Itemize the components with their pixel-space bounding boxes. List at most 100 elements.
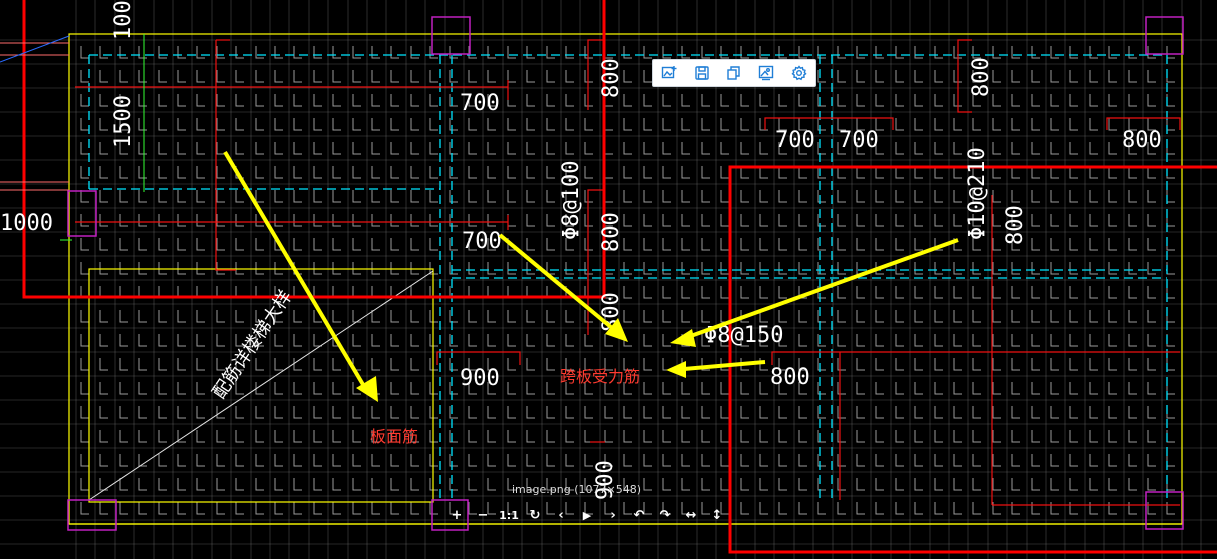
rebar-mark: [138, 262, 147, 275]
rebar-mark: [778, 286, 787, 299]
rebar-mark: [565, 430, 574, 443]
rebar-mark: [138, 406, 147, 419]
rebar-mark: [313, 406, 322, 419]
rebar-mark: [992, 406, 1001, 419]
rebar-mark: [1069, 430, 1078, 443]
actual-size-button[interactable]: 1:1: [496, 505, 522, 525]
rebar-mark: [371, 262, 380, 275]
rebar-mark: [313, 358, 322, 371]
rebar-mark: [623, 286, 632, 299]
rebar-mark: [681, 190, 690, 203]
rebar-mark: [953, 406, 962, 419]
rebar-mark: [507, 46, 516, 59]
rebar-mark: [875, 454, 884, 467]
rebar-mark: [196, 430, 205, 443]
rebar-mark: [216, 94, 225, 107]
zoom-in-button[interactable]: +: [444, 505, 470, 525]
rebar-mark: [526, 94, 535, 107]
rebar-mark: [1050, 454, 1059, 467]
rebar-mark: [604, 142, 613, 155]
rebar-mark: [992, 502, 1001, 515]
settings-icon[interactable]: [788, 62, 810, 84]
rebar-mark: [274, 94, 283, 107]
rebar-mark: [1166, 142, 1175, 155]
rebar-mark: [1147, 382, 1156, 395]
rebar-mark: [992, 478, 1001, 491]
rebar-mark: [565, 46, 574, 59]
rebar-mark: [99, 358, 108, 371]
copy-icon[interactable]: [723, 62, 745, 84]
rebar-mark: [429, 94, 438, 107]
rebar-mark: [80, 94, 89, 107]
rebar-mark: [429, 166, 438, 179]
rebar-mark: [80, 382, 89, 395]
rebar-mark: [119, 238, 128, 251]
rebar-mark: [1069, 478, 1078, 491]
rebar-mark: [1108, 454, 1117, 467]
rebar-mark: [1108, 478, 1117, 491]
play-button[interactable]: ▶: [574, 505, 600, 525]
rebar-mark: [817, 190, 826, 203]
rebar-mark: [895, 238, 904, 251]
rebar-mark: [740, 478, 749, 491]
rebar-mark: [1128, 214, 1137, 227]
rebar-mark: [1147, 262, 1156, 275]
save-icon[interactable]: [691, 62, 713, 84]
add-image-icon[interactable]: [658, 62, 680, 84]
rebar-mark: [313, 94, 322, 107]
rebar-mark: [837, 430, 846, 443]
rebar-mark: [662, 406, 671, 419]
zoom-out-button[interactable]: −: [470, 505, 496, 525]
rebar-mark: [138, 478, 147, 491]
rebar-mark: [216, 142, 225, 155]
rebar-mark: [526, 238, 535, 251]
next-button[interactable]: ›: [600, 505, 626, 525]
rebar-mark: [1031, 214, 1040, 227]
reset-button[interactable]: ↻: [522, 505, 548, 525]
rebar-mark: [1089, 286, 1098, 299]
rebar-mark: [255, 46, 264, 59]
rebar-mark: [798, 190, 807, 203]
rebar-mark: [992, 310, 1001, 323]
rebar-mark: [390, 334, 399, 347]
flip-vertical-button[interactable]: ↕: [704, 505, 730, 525]
rebar-mark: [1089, 430, 1098, 443]
rebar-mark: [177, 238, 186, 251]
rebar-mark: [546, 214, 555, 227]
rebar-mark: [449, 382, 458, 395]
rebar-mark: [332, 142, 341, 155]
rebar-mark: [313, 238, 322, 251]
prev-button[interactable]: ‹: [548, 505, 574, 525]
rebar-mark: [80, 262, 89, 275]
rebar-mark: [1050, 262, 1059, 275]
rebar-mark: [584, 70, 593, 83]
rebar-mark: [895, 334, 904, 347]
rebar-mark: [216, 166, 225, 179]
rebar-mark: [759, 286, 768, 299]
rebar-mark: [778, 478, 787, 491]
rebar-mark: [410, 358, 419, 371]
rebar-mark: [681, 46, 690, 59]
rotate-right-button[interactable]: ↷: [652, 505, 678, 525]
image-edit-icon[interactable]: [755, 62, 777, 84]
rebar-mark: [80, 238, 89, 251]
rotate-left-button[interactable]: ↶: [626, 505, 652, 525]
rebar-mark: [196, 334, 205, 347]
rebar-mark: [1128, 190, 1137, 203]
rebar-mark: [817, 406, 826, 419]
flip-horizontal-button[interactable]: ↔: [678, 505, 704, 525]
rebar-mark: [817, 142, 826, 155]
rebar-mark: [1011, 70, 1020, 83]
rebar-mark: [526, 70, 535, 83]
rebar-mark: [895, 46, 904, 59]
rebar-mark: [798, 454, 807, 467]
rebar-mark: [99, 94, 108, 107]
rebar-mark: [1166, 94, 1175, 107]
rebar-mark: [817, 118, 826, 131]
rebar-mark: [856, 358, 865, 371]
rebar-mark: [875, 70, 884, 83]
rebar-mark: [914, 406, 923, 419]
rebar-mark: [274, 262, 283, 275]
rebar-mark: [895, 430, 904, 443]
viewer-controls: + − 1:1 ↻ ‹ ▶ › ↶ ↷ ↔ ↕: [444, 505, 730, 525]
